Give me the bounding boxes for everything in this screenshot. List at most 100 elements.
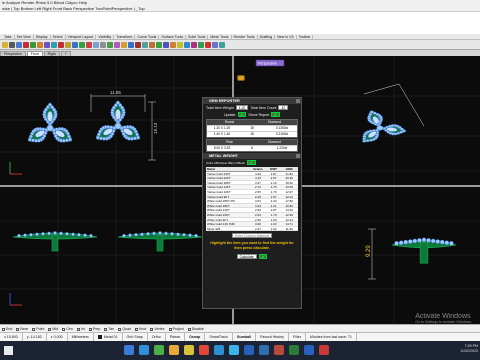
taskbar-app-icon[interactable] <box>304 345 314 355</box>
toolbar-tab[interactable]: Display <box>33 35 51 39</box>
toolbar-tab[interactable]: Solid Tools <box>186 35 209 39</box>
toolbar-tab[interactable]: Drafting <box>257 35 276 39</box>
osnap-toggle[interactable]: Quad <box>118 327 131 331</box>
toolbar-tab[interactable]: Transform <box>114 35 136 39</box>
osnap-toggle[interactable]: Vertex <box>150 327 165 331</box>
taskbar-app-icon[interactable] <box>229 345 239 355</box>
toggle-gumball[interactable]: Gumball <box>233 333 257 341</box>
table-row[interactable]: 1.40 X 1.40 18 0.2160ct <box>207 131 297 137</box>
osnap-toggle[interactable]: Perp <box>88 327 100 331</box>
osnap-toggle[interactable]: Int <box>76 327 85 331</box>
toolbar-tool-icon[interactable] <box>170 41 176 48</box>
viewport-area[interactable]: 11.85 19.13 Perspective 9.29 GEM REPORTE… <box>0 56 480 324</box>
toolbar-tool-icon[interactable] <box>191 41 197 48</box>
toolbar-tab[interactable]: Mesh Tools <box>208 35 232 39</box>
metal-row[interactable]: Silver 925 2.37 1.52 11.60 <box>206 227 298 232</box>
toolbar-tab[interactable]: Tabs <box>2 35 15 39</box>
taskbar-app-icon[interactable] <box>259 345 269 355</box>
toolbar-tab[interactable]: Surface Tools <box>159 35 187 39</box>
toolbar-tool-icon[interactable] <box>72 41 78 48</box>
toolbar-tool-icon[interactable] <box>163 41 169 48</box>
osnap-toggle[interactable]: Tan <box>104 327 114 331</box>
taskbar-app-icon[interactable] <box>199 345 209 355</box>
toolbar-tool-icon[interactable] <box>58 41 64 48</box>
toolbar-tab[interactable]: Set View <box>14 35 34 39</box>
toolbar-tool-icon[interactable] <box>135 41 141 48</box>
toolbar-tool-icon[interactable] <box>121 41 127 48</box>
toolbar-tool-icon[interactable] <box>212 41 218 48</box>
toggle-smarttrack[interactable]: SmartTrack <box>205 333 233 341</box>
toolbar-tool-icon[interactable] <box>65 41 71 48</box>
stone-report-button[interactable]: ✓ <box>271 112 281 117</box>
toggle-record-history[interactable]: Record History <box>256 333 289 341</box>
toolbar-tool-icon[interactable] <box>30 41 36 48</box>
toolbar-tool-icon[interactable] <box>184 41 190 48</box>
toggle-grid-snap[interactable]: Grid Snap <box>123 333 148 341</box>
taskbar-app-icon[interactable] <box>169 345 179 355</box>
toolbar-tool-icon[interactable] <box>79 41 85 48</box>
osnap-toggle[interactable]: Knot <box>134 327 146 331</box>
taskbar-app-icon[interactable] <box>154 345 164 355</box>
table-row[interactable]: 1.20 X 1.20 18 0.1350ct <box>207 125 297 131</box>
viewport-top[interactable]: 11.85 19.13 <box>0 56 232 185</box>
toolbar-tool-icon[interactable] <box>51 41 57 48</box>
toolbar-tab[interactable]: Visibility <box>96 35 115 39</box>
osnap-toggle[interactable]: Project <box>168 327 184 331</box>
custom-material-input[interactable]: Enter Custom Material <box>232 233 272 239</box>
taskbar-app-icon[interactable] <box>274 345 284 355</box>
toolbar-tool-icon[interactable] <box>142 41 148 48</box>
toggle-osnap[interactable]: Osnap <box>185 333 206 341</box>
toolbar-tab[interactable]: Render Tools <box>231 35 258 39</box>
toolbar-tool-icon[interactable] <box>149 41 155 48</box>
toolbar-tool-icon[interactable] <box>156 41 162 48</box>
taskbar-app-icon[interactable] <box>214 345 224 355</box>
taskbar-app-icon[interactable] <box>184 345 194 355</box>
calculate-button[interactable]: ✓ <box>258 254 268 260</box>
toolbar-tab[interactable]: Select <box>50 35 66 39</box>
toolbar-tool-icon[interactable] <box>37 41 43 48</box>
toolbar-tool-icon[interactable] <box>177 41 183 48</box>
taskbar-app-icon[interactable] <box>124 345 134 355</box>
osnap-toggle[interactable]: Cen <box>62 327 73 331</box>
toolbar-tool-icon[interactable] <box>9 41 15 48</box>
layer-indicator[interactable]: Metal 01 <box>94 333 123 341</box>
toolbar-tool-icon[interactable] <box>23 41 29 48</box>
toolbar-tool-icon[interactable] <box>44 41 50 48</box>
toolbar-tool-icon[interactable] <box>205 41 211 48</box>
start-icon[interactable] <box>4 346 13 355</box>
close-icon[interactable] <box>296 154 300 158</box>
osnap-toggle[interactable]: Near <box>16 327 28 331</box>
osnap-toggle[interactable]: Point <box>32 327 44 331</box>
toolbar-tool-icon[interactable] <box>93 41 99 48</box>
toolbar-tab[interactable]: Viewport Layout <box>65 35 97 39</box>
toolbar-tool-icon[interactable] <box>86 41 92 48</box>
units-toggle-button[interactable]: ✓ <box>247 160 256 165</box>
table-row[interactable]: 5.00 X 3.33 6 1.220ct <box>207 145 297 151</box>
toolbar-tool-icon[interactable] <box>100 41 106 48</box>
gear-icon[interactable] <box>237 75 245 81</box>
viewport-front[interactable] <box>0 187 232 324</box>
taskbar-app-icon[interactable] <box>244 345 254 355</box>
units-indicator[interactable]: Millimeters <box>68 333 94 341</box>
close-icon[interactable] <box>296 99 300 103</box>
taskbar-app-icon[interactable] <box>319 345 329 355</box>
update-button[interactable]: ✓ <box>237 112 247 117</box>
toolbar-tool-icon[interactable] <box>219 41 225 48</box>
toolbar-tool-icon[interactable] <box>107 41 113 48</box>
toolbar-tool-icon[interactable] <box>16 41 22 48</box>
metal-weight-title[interactable]: METAL WEIGHT <box>203 153 301 159</box>
osnap-toggle[interactable]: End <box>2 327 12 331</box>
perspective-title[interactable]: Perspective <box>258 62 277 66</box>
toolbar-tab[interactable]: New in V5 <box>275 35 297 39</box>
osnap-toggle[interactable]: Mid <box>48 327 58 331</box>
osnap-toggle[interactable]: Disable <box>187 327 204 331</box>
gem-reporter-title[interactable]: GEM REPORTER <box>203 98 301 104</box>
system-tray[interactable]: 7:59 PM 11/02/2023 <box>460 344 478 354</box>
taskbar-app-icon[interactable] <box>139 345 149 355</box>
toolbar-tool-icon[interactable] <box>114 41 120 48</box>
toolbar-tool-icon[interactable] <box>2 41 8 48</box>
toggle-planar[interactable]: Planar <box>166 333 186 341</box>
toggle-filter[interactable]: Filter <box>289 333 306 341</box>
toolbar-tool-icon[interactable] <box>198 41 204 48</box>
gem-reporter-panel[interactable]: GEM REPORTER Total Item Weight 1.20 Tota… <box>202 97 302 309</box>
